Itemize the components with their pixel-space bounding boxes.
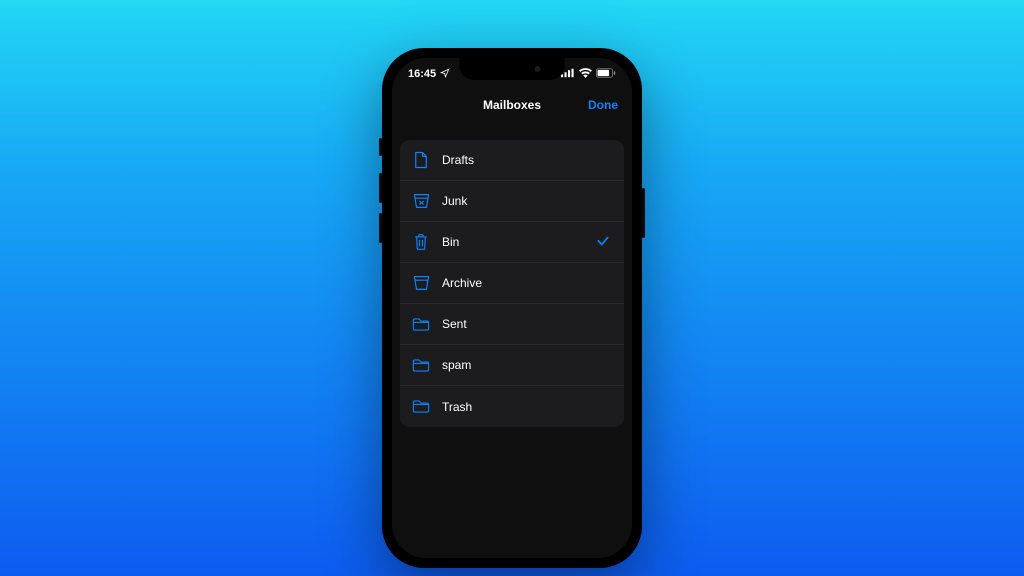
checkmark-icon [596, 399, 612, 415]
mailbox-label: Junk [442, 194, 596, 208]
checkmark-icon [596, 275, 612, 291]
checkmark-icon [596, 193, 612, 209]
location-icon [440, 68, 450, 81]
mailbox-row[interactable]: Trash [400, 386, 624, 427]
mailbox-row[interactable]: Drafts [400, 140, 624, 181]
mailbox-row[interactable]: Junk [400, 181, 624, 222]
checkmark-icon [596, 152, 612, 168]
mailbox-label: Archive [442, 276, 596, 290]
folder-icon [412, 315, 430, 333]
archive-icon [412, 274, 430, 292]
nav-title: Mailboxes [483, 98, 541, 112]
status-time: 16:45 [408, 68, 436, 80]
mailbox-row[interactable]: Bin [400, 222, 624, 263]
phone-screen: 16:45 [392, 58, 632, 558]
mailbox-label: Sent [442, 317, 596, 331]
doc-icon [412, 151, 430, 169]
mute-switch [379, 138, 382, 156]
notch [460, 58, 565, 80]
wifi-icon [579, 68, 592, 81]
folder-icon [412, 356, 430, 374]
mailbox-row[interactable]: Sent [400, 304, 624, 345]
checkmark-icon [596, 357, 612, 373]
volume-down-button [379, 213, 382, 243]
mailbox-row[interactable]: Archive [400, 263, 624, 304]
checkmark-icon [596, 234, 612, 250]
mailbox-label: spam [442, 358, 596, 372]
mailbox-label: Bin [442, 235, 596, 249]
folder-icon [412, 398, 430, 416]
junk-icon [412, 192, 430, 210]
mailbox-label: Drafts [442, 153, 596, 167]
power-button [642, 188, 645, 238]
phone-frame: 16:45 [382, 48, 642, 568]
mailbox-row[interactable]: spam [400, 345, 624, 386]
trash-icon [412, 233, 430, 251]
checkmark-icon [596, 316, 612, 332]
done-button[interactable]: Done [588, 98, 618, 112]
mailbox-list: Drafts Junk Bin Archive Sent spam Trash [400, 140, 624, 427]
volume-up-button [379, 173, 382, 203]
battery-icon [596, 68, 616, 81]
nav-header: Mailboxes Done [392, 88, 632, 122]
mailbox-label: Trash [442, 400, 596, 414]
